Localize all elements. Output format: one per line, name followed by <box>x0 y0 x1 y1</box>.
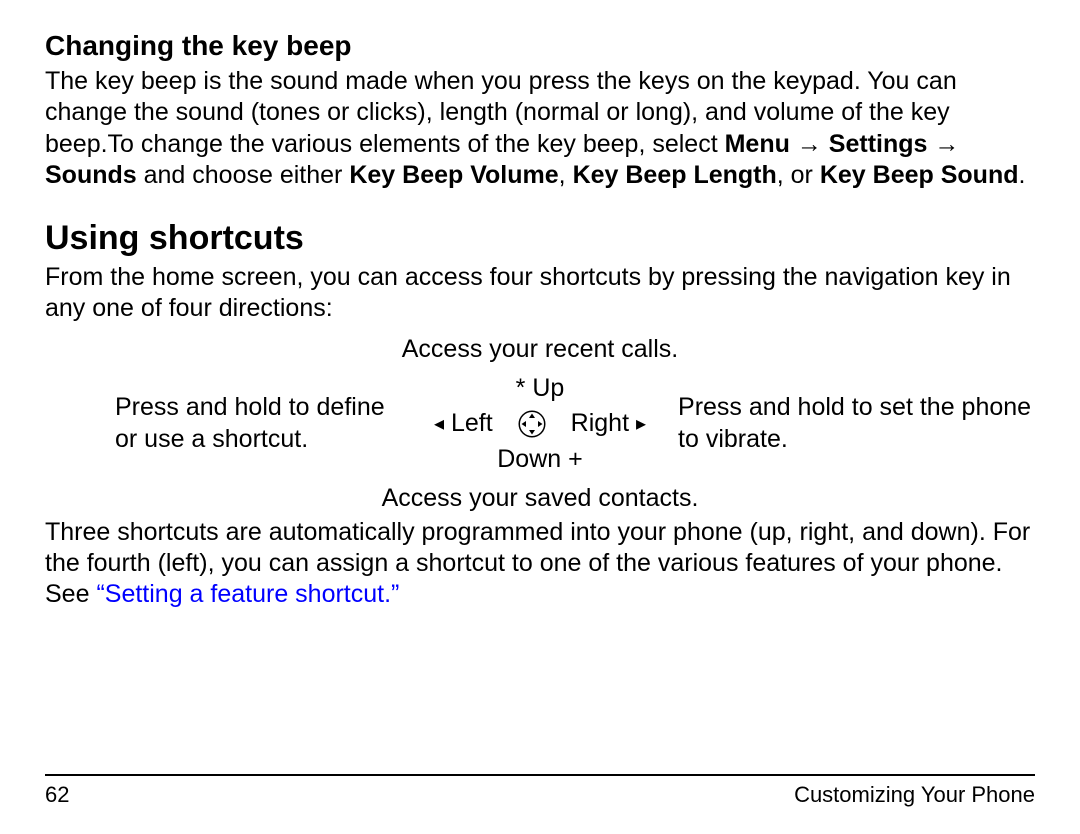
para-shortcuts-intro: From the home screen, you can access fou… <box>45 262 1035 325</box>
label-left: Press and hold to define or use a shortc… <box>45 392 402 455</box>
text: . <box>1019 161 1026 189</box>
text: Up <box>532 374 564 402</box>
text: , <box>559 161 573 189</box>
label-right: Press and hold to set the phone to vibra… <box>678 392 1035 455</box>
text: Left <box>451 409 493 437</box>
page-footer: 62 Customizing Your Phone <box>45 774 1035 808</box>
arrow-icon: → <box>927 130 959 158</box>
triangle-right-icon: ▸ <box>636 413 646 435</box>
heading-shortcuts: Using shortcuts <box>45 219 1035 258</box>
text: Down <box>497 445 561 473</box>
menu-path-3: Sounds <box>45 161 137 189</box>
option-2: Key Beep Length <box>573 161 777 189</box>
para-shortcuts-details: Three shortcuts are automatically progra… <box>45 517 1035 611</box>
option-1: Key Beep Volume <box>349 161 558 189</box>
heading-key-beep: Changing the key beep <box>45 30 1035 62</box>
nav-diagram: Press and hold to define or use a shortc… <box>45 374 1035 474</box>
navkey-icon <box>517 409 547 439</box>
menu-path-1: Menu <box>725 130 790 158</box>
plus-icon: + <box>568 445 583 473</box>
option-3: Key Beep Sound <box>820 161 1019 189</box>
footer-title: Customizing Your Phone <box>794 782 1035 808</box>
triangle-left-icon: ◂ <box>434 413 444 435</box>
nav-center: * Up ◂ Left Right ▸ Down + <box>434 374 646 474</box>
caption-down: Access your saved contacts. <box>45 484 1035 513</box>
para-key-beep: The key beep is the sound made when you … <box>45 66 1035 191</box>
nav-up: * Up <box>516 374 565 403</box>
nav-down: Down + <box>497 445 582 474</box>
text: Right <box>571 409 629 437</box>
star-icon: * <box>516 374 526 402</box>
nav-right: Right ▸ <box>571 409 646 438</box>
menu-path-2: Settings <box>829 130 928 158</box>
arrow-icon: → <box>790 130 829 158</box>
nav-left: ◂ Left <box>434 409 493 438</box>
caption-up: Access your recent calls. <box>45 335 1035 364</box>
text: and choose either <box>137 161 350 189</box>
text: , or <box>777 161 820 189</box>
page-number: 62 <box>45 782 69 808</box>
link-feature-shortcut[interactable]: “Setting a feature shortcut.” <box>96 580 399 608</box>
